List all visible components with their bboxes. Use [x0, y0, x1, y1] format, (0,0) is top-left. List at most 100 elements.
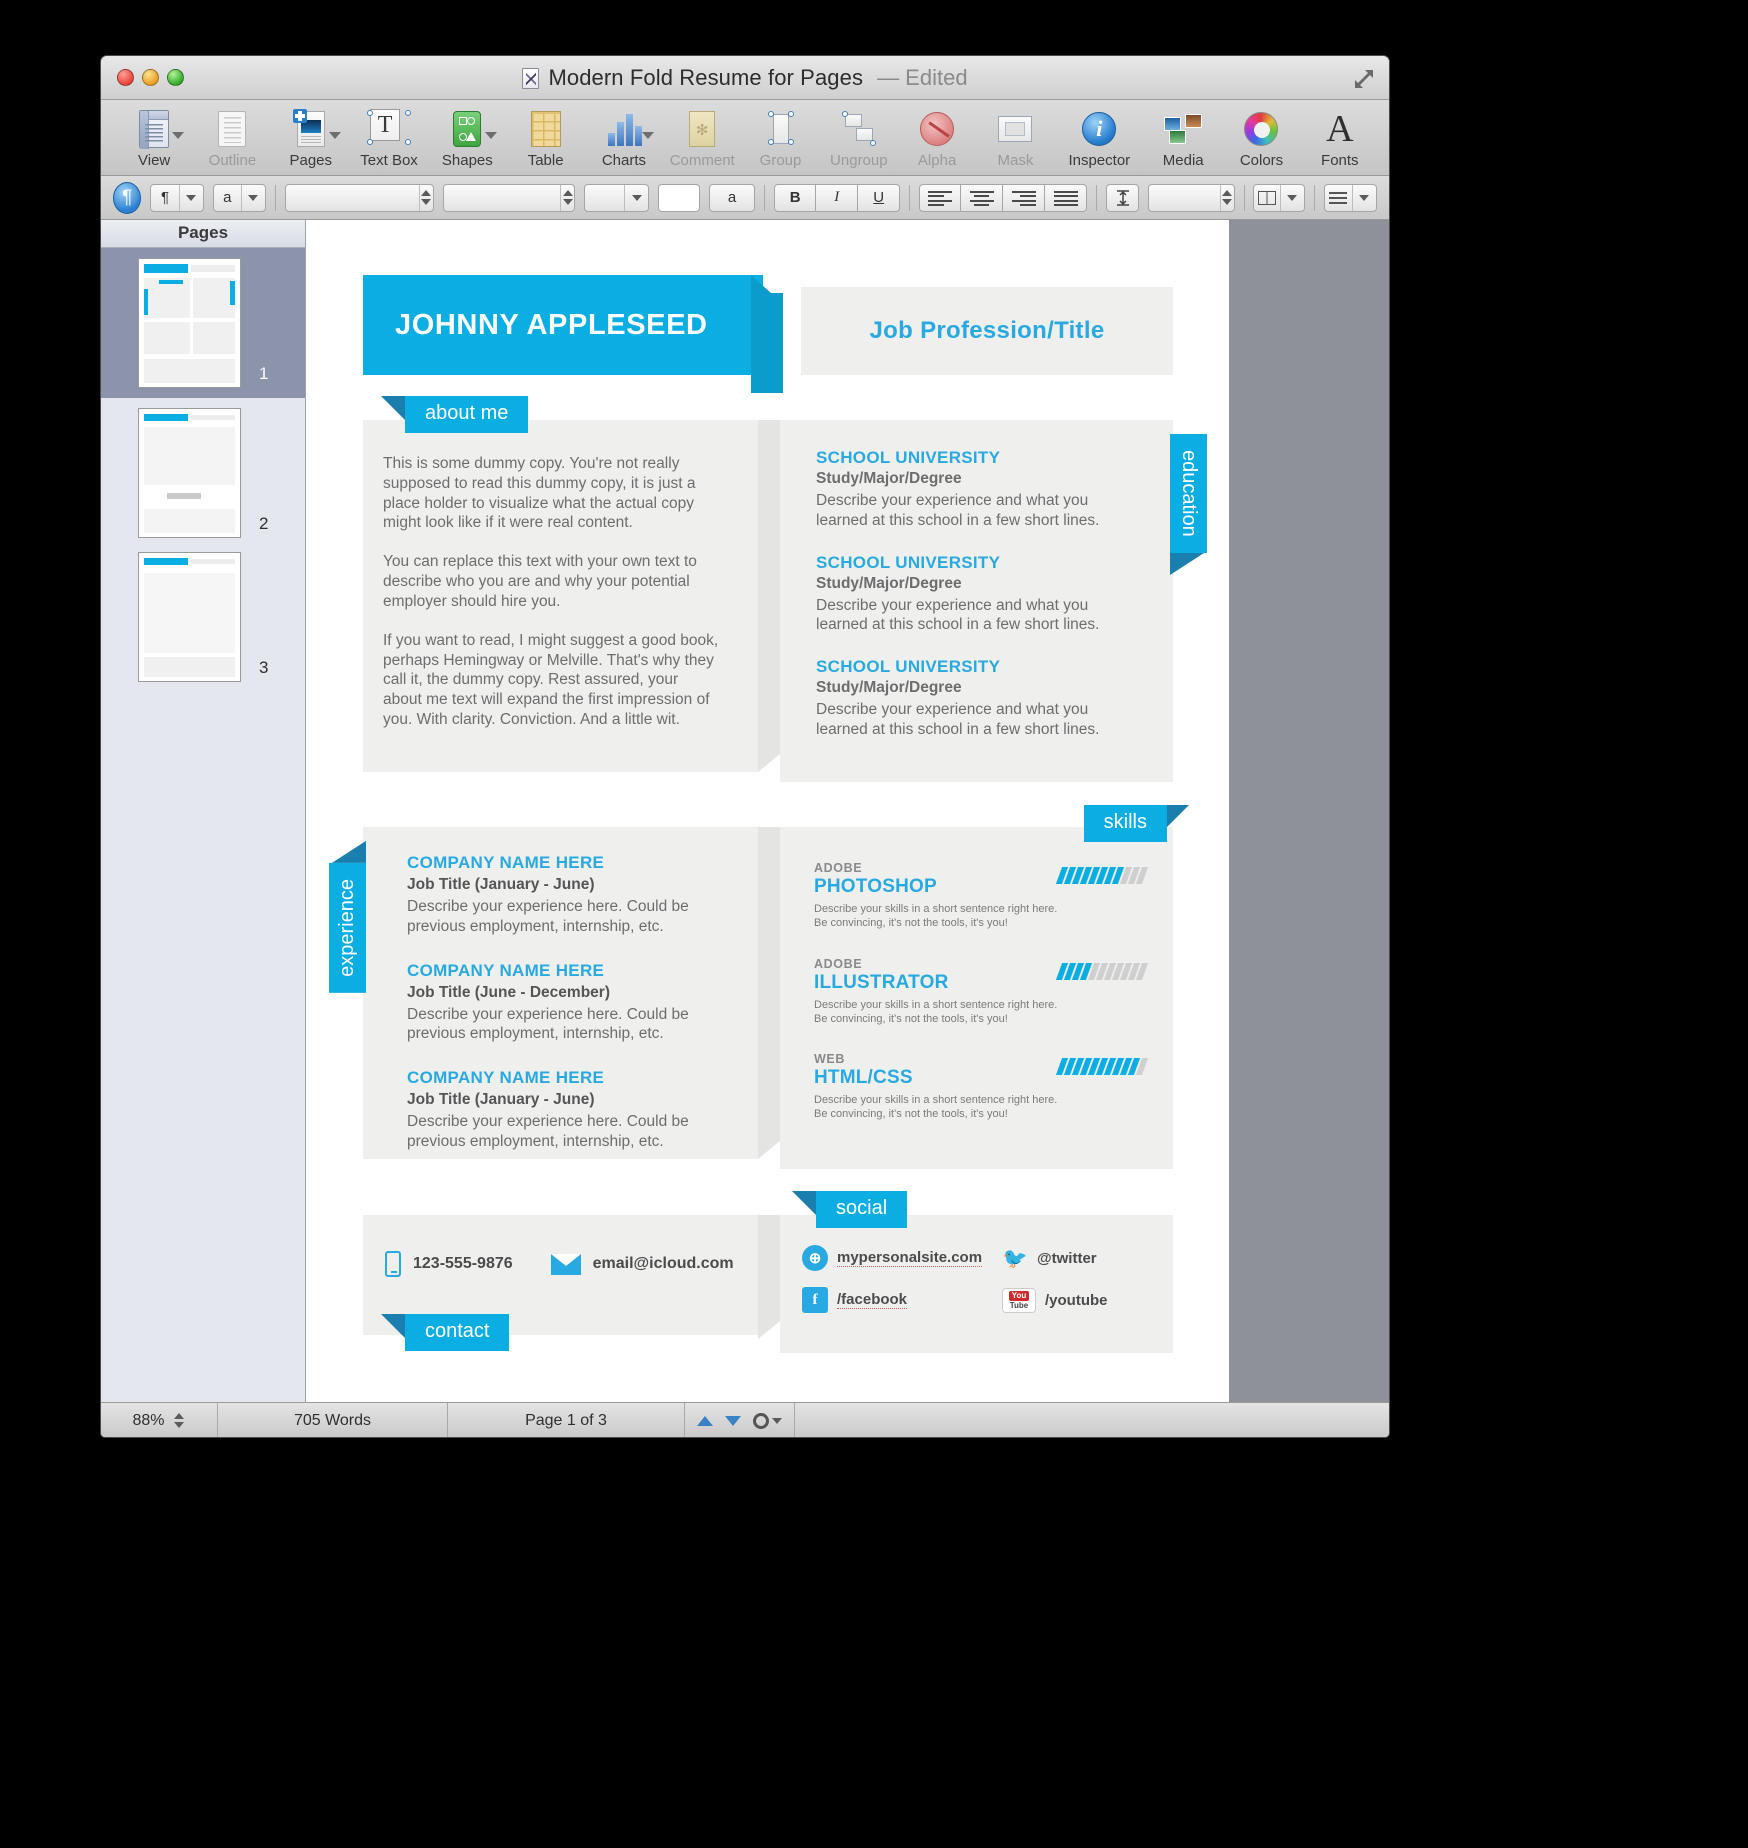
line-spacing-button[interactable] [1105, 183, 1140, 212]
toolbar-fonts[interactable]: A Fonts [1301, 102, 1379, 169]
align-justify-button[interactable] [1045, 183, 1088, 212]
skill-rating-bars [1055, 962, 1149, 980]
about-body: This is some dummy copy. You're not real… [363, 420, 758, 760]
window-titlebar[interactable]: Modern Fold Resume for Pages — Edited [101, 56, 1389, 100]
toolbar-outline[interactable]: Outline [193, 102, 271, 169]
chevron-down-icon[interactable] [178, 184, 203, 211]
paragraph-style-select[interactable]: ¶ [150, 183, 204, 212]
zoom-control[interactable]: 88% [101, 1402, 218, 1437]
align-left-button[interactable] [919, 183, 962, 212]
toolbar-colors[interactable]: Colors [1222, 102, 1300, 169]
color-swatch-button[interactable] [658, 183, 700, 212]
chevron-down-icon[interactable] [240, 184, 265, 211]
page-navigation[interactable] [685, 1402, 795, 1437]
education-panel[interactable]: education SCHOOL UNIVERSITY Study/Major/… [780, 420, 1207, 782]
font-family-select[interactable] [284, 183, 434, 212]
line-spacing-icon [1116, 189, 1129, 206]
chevron-down-icon[interactable] [1279, 184, 1304, 211]
bold-button[interactable]: B [774, 183, 817, 212]
align-right-button[interactable] [1003, 183, 1046, 212]
chevron-down-icon[interactable] [485, 132, 498, 139]
toolbar-mask[interactable]: Mask [976, 102, 1054, 169]
resume-name-banner[interactable]: JOHNNY APPLESEED [363, 275, 783, 393]
social-twitter-label: @twitter [1037, 1249, 1097, 1267]
italic-button[interactable]: I [816, 183, 859, 212]
resume-job-title: Job Profession/Title [869, 317, 1105, 344]
text-align-group[interactable] [919, 183, 1088, 212]
fullscreen-icon[interactable] [1353, 68, 1375, 90]
text-style-group[interactable]: B I U [774, 183, 901, 212]
contact-email-text: email@icloud.com [592, 1255, 734, 1272]
social-youtube[interactable]: You Tube /youtube [1002, 1287, 1173, 1313]
chevron-down-icon[interactable] [772, 1417, 782, 1424]
skills-panel[interactable]: skills ADOBE PHOTOSHOP Describe your ski… [780, 805, 1190, 1169]
paragraph-styles-button[interactable]: ¶ [113, 181, 142, 214]
contact-phone[interactable]: 123-555-9876 [385, 1251, 513, 1277]
next-page-icon[interactable] [725, 1415, 741, 1426]
toolbar-group[interactable]: Group [741, 102, 819, 169]
toolbar-table[interactable]: Table [506, 102, 584, 169]
previous-page-icon[interactable] [697, 1415, 713, 1426]
underline-button[interactable]: U [858, 183, 901, 212]
zoom-stepper[interactable] [172, 1408, 186, 1434]
columns-select[interactable] [1253, 183, 1305, 212]
contact-email[interactable]: email@icloud.com [550, 1253, 734, 1275]
toolbar-shapes[interactable]: Shapes [428, 102, 506, 169]
toolbar-alpha[interactable]: Alpha [898, 102, 976, 169]
education-tab: education [1170, 434, 1207, 575]
main-toolbar[interactable]: View Outline Pages T Text Box Shapes Tab… [101, 100, 1389, 176]
status-bar[interactable]: 88% 705 Words Page 1 of 3 [101, 1402, 1389, 1437]
list-style-select[interactable] [1323, 183, 1377, 212]
thumbnail-number: 3 [259, 658, 269, 677]
sidebar-thumbnail-3[interactable]: 3 [101, 542, 305, 682]
chevron-down-icon[interactable] [642, 132, 655, 139]
settings-gear-button[interactable] [753, 1412, 782, 1429]
skills-ribbon: skills [1083, 805, 1190, 842]
toolbar-comment[interactable]: Comment [663, 102, 741, 169]
social-panel[interactable]: social ⊕ mypersonalsite.com 🐦 @twitter f… [780, 1191, 1173, 1353]
skill-desc: Describe your skills in a short sentence… [814, 998, 1058, 1025]
font-style-select[interactable] [442, 183, 576, 212]
character-style-select[interactable]: a [212, 183, 266, 212]
chevron-down-icon[interactable] [328, 132, 341, 139]
sidebar-thumbnail-1[interactable]: 1 [101, 248, 305, 398]
font-style-stepper[interactable] [560, 184, 574, 211]
toolbar-ungroup[interactable]: Ungroup [820, 102, 898, 169]
format-bar[interactable]: ¶ ¶ a a B I U [101, 176, 1389, 220]
word-count: 705 Words [218, 1402, 448, 1437]
about-panel[interactable]: about me This is some dummy copy. You're… [363, 396, 780, 772]
social-website[interactable]: ⊕ mypersonalsite.com [802, 1245, 1002, 1271]
resume-page[interactable]: JOHNNY APPLESEED Job Profession/Title ab… [306, 220, 1229, 1402]
resume-job-title-panel[interactable]: Job Profession/Title [801, 287, 1173, 375]
toolbar-view[interactable]: View [115, 102, 193, 169]
toolbar-pages[interactable]: Pages [272, 102, 350, 169]
font-size-select[interactable] [584, 183, 650, 212]
education-item: SCHOOL UNIVERSITY Study/Major/Degree Des… [816, 448, 1143, 531]
toolbar-text-box[interactable]: T Text Box [350, 102, 428, 169]
fold-notch [758, 827, 780, 1159]
chevron-down-icon[interactable] [624, 184, 648, 211]
text-color-button[interactable]: a [708, 183, 756, 212]
social-facebook[interactable]: f /facebook [802, 1287, 1002, 1313]
sidebar-title: Pages [101, 220, 305, 248]
media-icon [1164, 114, 1203, 144]
pages-document-icon [522, 68, 540, 89]
experience-desc: Describe your experience here. Could be … [407, 898, 689, 935]
experience-panel[interactable]: experience COMPANY NAME HERE Job Title (… [329, 827, 780, 1159]
toolbar-charts[interactable]: Charts [585, 102, 663, 169]
toolbar-media[interactable]: Media [1144, 102, 1222, 169]
pages-sidebar[interactable]: Pages 1 2 3 [101, 220, 306, 1402]
align-center-button[interactable] [961, 183, 1004, 212]
toolbar-inspector[interactable]: i Inspector [1055, 102, 1144, 169]
line-spacing-select[interactable] [1148, 183, 1235, 212]
contact-panel[interactable]: 123-555-9876 email@icloud.com contact [363, 1215, 780, 1351]
chevron-down-icon[interactable] [172, 132, 185, 139]
experience-desc: Describe your experience here. Could be … [407, 1005, 689, 1043]
experience-company: COMPANY NAME HERE [407, 853, 605, 872]
line-spacing-stepper[interactable] [1219, 184, 1234, 211]
social-twitter[interactable]: 🐦 @twitter [1002, 1245, 1173, 1271]
document-canvas[interactable]: JOHNNY APPLESEED Job Profession/Title ab… [306, 220, 1389, 1402]
sidebar-thumbnail-2[interactable]: 2 [101, 398, 305, 542]
chevron-down-icon[interactable] [1351, 184, 1376, 211]
font-family-stepper[interactable] [418, 184, 433, 211]
